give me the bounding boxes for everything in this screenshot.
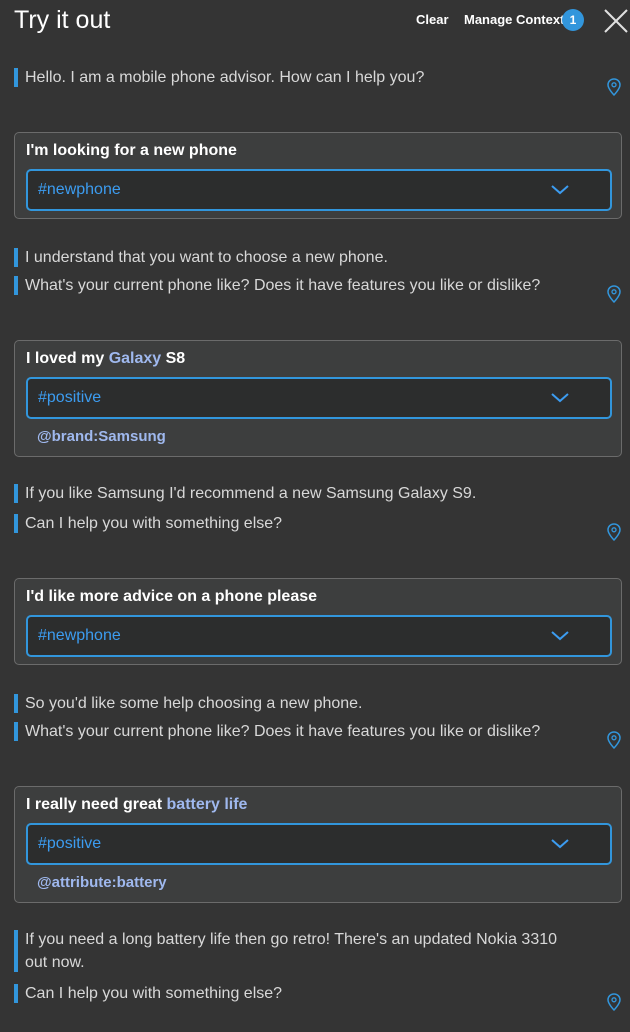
user-message-card: I'm looking for a new phone #newphone <box>14 132 622 219</box>
user-message-text: I'm looking for a new phone <box>26 142 237 159</box>
entity-tag[interactable]: @attribute:battery <box>37 874 167 891</box>
user-message-card: I'd like more advice on a phone please #… <box>14 578 622 665</box>
map-pin-icon[interactable] <box>607 993 621 1011</box>
user-message-text: I'd like more advice on a phone please <box>26 588 318 605</box>
entity-tag[interactable]: @brand:Samsung <box>37 428 166 445</box>
map-pin-icon[interactable] <box>607 285 621 303</box>
intent-value: #positive <box>38 389 102 406</box>
panel-header: Try it out Clear Manage Context 1 <box>0 0 630 50</box>
map-pin-icon[interactable] <box>607 78 621 96</box>
bot-message: Can I help you with something else? <box>14 982 574 1005</box>
manage-context-button[interactable]: Manage Context <box>464 12 564 27</box>
user-message-card: I loved my Galaxy S8 #positive @brand:Sa… <box>14 340 622 457</box>
intent-dropdown[interactable]: #positive <box>26 823 612 865</box>
bot-message: What's your current phone like? Does it … <box>14 720 574 743</box>
user-text-part: I really need great <box>26 796 167 813</box>
user-text-part: S8 <box>161 350 186 367</box>
bot-message: Can I help you with something else? <box>14 512 574 535</box>
bot-message: What's your current phone like? Does it … <box>14 274 574 297</box>
bot-message: I understand that you want to choose a n… <box>14 246 574 269</box>
bot-message-line: If you need a long battery life then go … <box>25 931 558 948</box>
intent-value: #positive <box>38 835 102 852</box>
bot-message: If you need a long battery life then go … <box>14 928 574 974</box>
chevron-down-icon <box>551 393 569 403</box>
clear-button[interactable]: Clear <box>416 12 449 27</box>
bot-message: So you'd like some help choosing a new p… <box>14 692 574 715</box>
chevron-down-icon <box>551 839 569 849</box>
entity-highlight[interactable]: Galaxy <box>109 350 161 367</box>
chevron-down-icon <box>551 185 569 195</box>
map-pin-icon[interactable] <box>607 523 621 541</box>
intent-dropdown[interactable]: #newphone <box>26 615 612 657</box>
user-message-text: I loved my Galaxy S8 <box>26 350 185 368</box>
user-text-part: I loved my <box>26 350 109 367</box>
intent-value: #newphone <box>38 627 121 644</box>
close-icon[interactable] <box>603 8 629 34</box>
intent-dropdown[interactable]: #newphone <box>26 169 612 211</box>
panel-title: Try it out <box>14 6 111 34</box>
bot-message: Hello. I am a mobile phone advisor. How … <box>14 66 574 89</box>
bot-message: If you like Samsung I'd recommend a new … <box>14 482 574 505</box>
chevron-down-icon <box>551 631 569 641</box>
map-pin-icon[interactable] <box>607 731 621 749</box>
context-count-badge[interactable]: 1 <box>562 9 584 31</box>
intent-dropdown[interactable]: #positive <box>26 377 612 419</box>
intent-value: #newphone <box>38 181 121 198</box>
bot-message-line: out now. <box>25 954 85 971</box>
user-message-card: I really need great battery life #positi… <box>14 786 622 903</box>
entity-highlight[interactable]: battery life <box>167 796 248 813</box>
user-message-text: I really need great battery life <box>26 796 247 814</box>
